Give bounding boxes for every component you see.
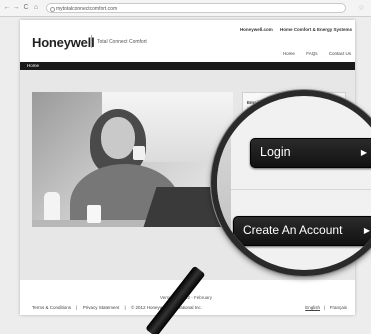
honeywell-logo[interactable]: Honeywell	[32, 35, 95, 50]
nav-home[interactable]: Home	[283, 51, 295, 56]
arrow-right-icon: ▶	[360, 148, 367, 157]
url-text: mytotalconnectcomfort.com	[56, 6, 118, 12]
forward-icon[interactable]: →	[12, 3, 20, 13]
menu-bar: Home	[20, 62, 355, 70]
nav-faqs[interactable]: FAQs	[306, 51, 317, 56]
nav-contact-us[interactable]: Contact Us	[329, 51, 351, 56]
login-button[interactable]: Login ▶	[250, 138, 371, 168]
app-name: Total Connect Comfort	[97, 39, 147, 45]
lang-english-link[interactable]: English	[305, 305, 320, 310]
logo-divider	[91, 35, 92, 48]
lang-separator: |	[324, 305, 326, 310]
arrow-right-icon: ▶	[363, 226, 370, 235]
top-links: Honeywell.com Home Comfort & Energy Syst…	[234, 27, 352, 32]
top-link-home-comfort[interactable]: Home Comfort & Energy Systems	[280, 27, 352, 32]
hero-photo	[32, 92, 233, 227]
footer-privacy-link[interactable]: Privacy Statement	[83, 305, 120, 310]
lang-french-link[interactable]: Français	[330, 305, 347, 310]
address-bar[interactable]: mytotalconnectcomfort.com	[46, 3, 346, 13]
create-account-button[interactable]: Create An Account ▶	[233, 216, 371, 246]
top-link-honeywell[interactable]: Honeywell.com	[240, 27, 273, 32]
menu-home[interactable]: Home	[27, 63, 39, 68]
sub-nav: Home FAQs Contact Us	[273, 51, 351, 56]
footer-separator: |	[124, 305, 126, 310]
footer-terms-link[interactable]: Terms & Conditions	[32, 305, 71, 310]
login-button-label: Login	[260, 145, 291, 159]
language-links: English | Français	[305, 305, 347, 310]
login-divider	[231, 189, 371, 190]
reload-icon[interactable]: C	[22, 3, 30, 13]
bookmark-star-icon[interactable]: ☆	[358, 3, 365, 13]
home-icon[interactable]: ⌂	[32, 3, 40, 13]
footer-separator: |	[76, 305, 78, 310]
globe-icon	[50, 7, 55, 12]
create-account-label: Create An Account	[243, 223, 343, 237]
browser-toolbar: ← → C ⌂ mytotalconnectcomfort.com ☆	[0, 0, 371, 17]
screenshot-frame: ← → C ⌂ mytotalconnectcomfort.com ☆ Hone…	[0, 0, 371, 334]
back-icon[interactable]: ←	[3, 3, 11, 13]
